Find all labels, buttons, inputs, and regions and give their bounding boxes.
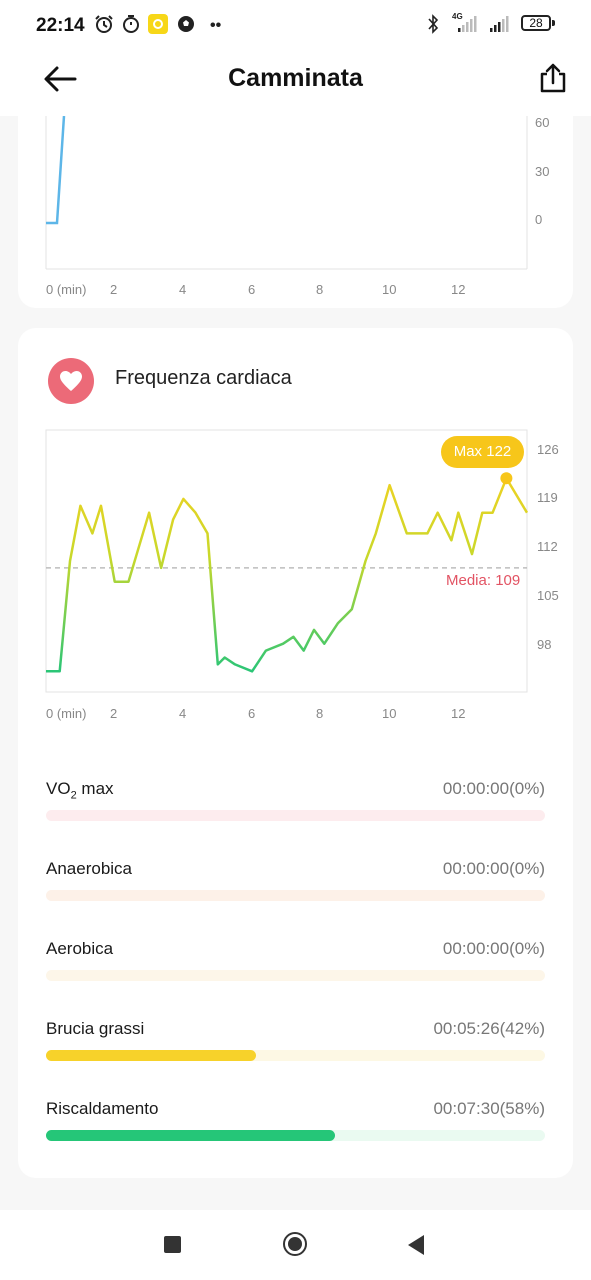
recents-square-icon[interactable]	[164, 1236, 181, 1253]
hr-x-tick: 10	[382, 706, 397, 721]
hr-x-tick: 8	[316, 706, 324, 721]
back-triangle-icon[interactable]	[406, 1234, 426, 1256]
zone-bar-track	[46, 890, 545, 901]
average-label: Media: 109	[446, 572, 521, 589]
heart-rate-chart	[45, 429, 529, 693]
hr-y-tick: 98	[537, 637, 552, 652]
zone-value: 00:07:30(58%)	[433, 1099, 545, 1118]
zone-name: Brucia grassi	[46, 1019, 145, 1038]
hr-y-tick: 112	[537, 539, 558, 554]
zone-name: Aerobica	[46, 939, 114, 958]
hr-y-tick: 119	[537, 490, 558, 505]
hr-x-tick: 4	[179, 706, 187, 721]
zone-name: Anaerobica	[46, 859, 133, 878]
zone-name: Riscaldamento	[46, 1099, 159, 1118]
max-badge: Max 122	[441, 436, 524, 468]
zone-value: 00:00:00(0%)	[442, 939, 545, 958]
hr-x-tick: 6	[248, 706, 256, 721]
zone-value: 00:00:00(0%)	[442, 859, 545, 878]
zone-bar-track	[46, 810, 545, 821]
hr-x-tick: 2	[110, 706, 118, 721]
zone-value: 00:00:00(0%)	[442, 779, 545, 798]
max-point	[500, 472, 513, 485]
hr-x-tick: 0 (min)	[46, 706, 87, 721]
zone-value: 00:05:26(42%)	[433, 1019, 545, 1038]
chart-frame	[45, 429, 528, 693]
zone-bar-track	[46, 970, 545, 981]
hr-x-tick: 12	[451, 706, 466, 721]
navigation-bar	[0, 1210, 591, 1280]
hr-y-tick: 126	[537, 442, 559, 457]
hr-y-tick: 105	[537, 588, 559, 603]
zone-bar-fill	[46, 1050, 256, 1061]
zone-name: VO2 max	[46, 779, 114, 802]
home-circle-icon[interactable]	[283, 1232, 307, 1256]
zone-bar-fill	[46, 1130, 336, 1141]
